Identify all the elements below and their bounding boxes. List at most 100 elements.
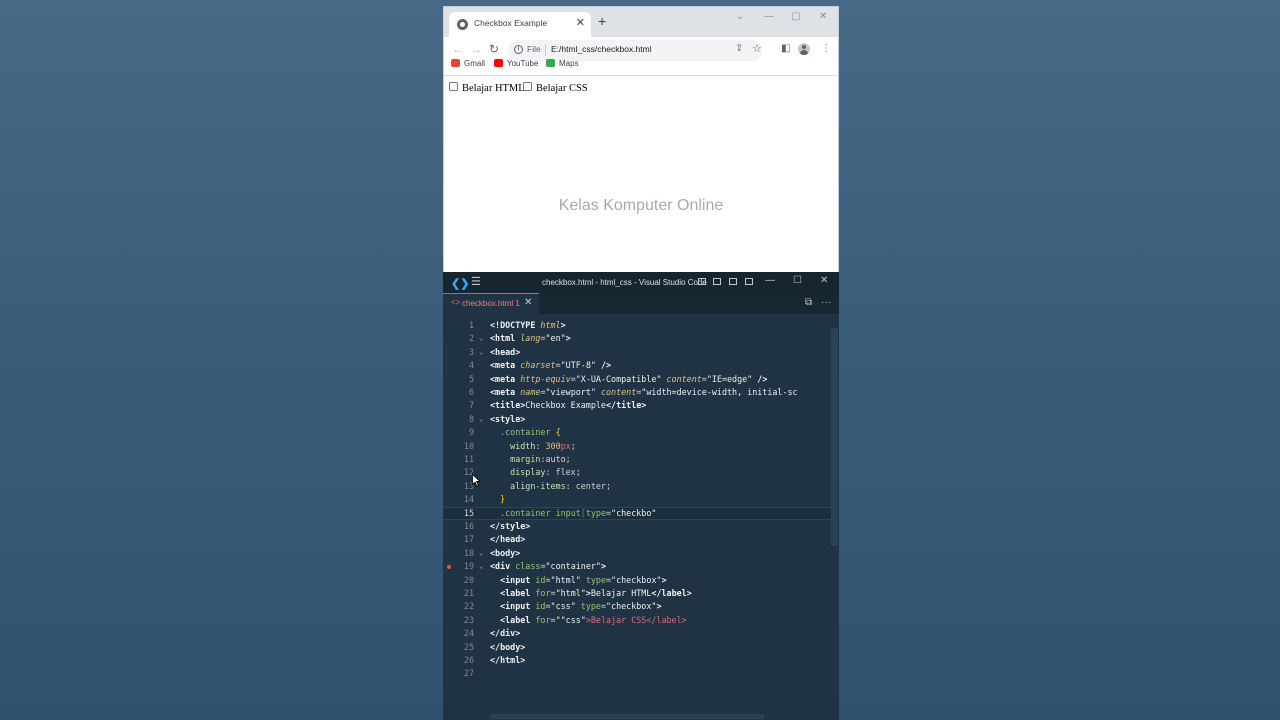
bookmark-gmail[interactable]: Gmail — [451, 59, 485, 68]
code-text[interactable]: </html> — [490, 654, 525, 667]
code-text[interactable]: width: 300px; — [490, 440, 576, 453]
code-line[interactable]: 7 <title>Checkbox Example</title> — [443, 399, 831, 412]
share-icon[interactable]: ⇪ — [735, 43, 743, 54]
code-text[interactable]: <body> — [490, 547, 520, 560]
checkbox-label[interactable]: Belajar HTML — [462, 83, 525, 94]
toggle-secondary-sidebar-icon[interactable] — [729, 278, 737, 285]
fold-chevron-icon[interactable]: ⌄ — [479, 547, 483, 560]
code-line[interactable]: 26 </html> — [443, 654, 831, 667]
code-line[interactable]: 14 } — [443, 493, 831, 506]
minimize-button[interactable]: — — [764, 11, 774, 22]
bookmark-star-icon[interactable]: ☆ — [752, 42, 762, 55]
info-icon[interactable]: i — [514, 45, 523, 54]
code-line[interactable]: 16 </style> — [443, 520, 831, 533]
code-line[interactable]: 27 — [443, 667, 831, 680]
code-text[interactable]: <label for="html">Belajar HTML</label> — [490, 587, 692, 600]
code-line[interactable]: 9 .container { — [443, 426, 831, 439]
hamburger-menu-icon[interactable]: ☰ — [471, 275, 481, 288]
code-text[interactable]: <div class="container"> — [490, 560, 606, 573]
code-editor[interactable]: 1 <!DOCTYPE html> 2 ⌄ <html lang="en"> 3 ⌄ <hea… — [443, 314, 839, 720]
forward-arrow-icon[interactable]: → — [470, 43, 482, 55]
code-line[interactable]: 23 <label for=""css">Belajar CSS</label> — [443, 614, 831, 627]
code-line[interactable]: 22 <input id="css" type="checkbox"> — [443, 600, 831, 613]
code-line[interactable]: 15 .container input[type="checkbo" — [443, 506, 831, 520]
fold-chevron-icon[interactable]: ⌄ — [479, 346, 483, 359]
code-line[interactable]: 19 ⌄ <div class="container"> — [443, 560, 831, 573]
code-text[interactable]: .container { — [490, 426, 561, 439]
code-text[interactable]: align-items: center; — [490, 480, 611, 493]
code-line[interactable]: 21 <label for="html">Belajar HTML</label… — [443, 587, 831, 600]
vscode-maximize-button[interactable]: ☐ — [793, 275, 802, 286]
code-line[interactable]: 13 align-items: center; — [443, 480, 831, 493]
code-text[interactable]: <input id="html" type="checkbox"> — [490, 574, 666, 587]
code-text[interactable]: .container input[type="checkbo" — [490, 508, 656, 519]
customize-layout-icon[interactable] — [745, 278, 753, 285]
code-line[interactable]: 24 </div> — [443, 627, 831, 640]
side-panel-icon[interactable]: ◧ — [781, 44, 790, 54]
code-text[interactable]: margin:auto; — [490, 453, 571, 466]
split-editor-icon[interactable]: ⧉ — [805, 297, 812, 308]
checkbox-html[interactable]: Belajar HTML — [449, 82, 525, 94]
vertical-scrollbar[interactable] — [831, 328, 838, 546]
address-bar[interactable]: i File E:/html_css/checkbox.html ⇪ ☆ — [508, 40, 762, 61]
code-text[interactable]: <html lang="en"> — [490, 332, 571, 345]
code-text[interactable]: </head> — [490, 533, 525, 546]
code-text[interactable]: <meta http-equiv="X-UA-Compatible" conte… — [490, 373, 767, 386]
tab-search-icon[interactable]: ⌄ — [736, 11, 744, 22]
checkbox-css[interactable]: Belajar CSS — [523, 82, 588, 94]
code-text[interactable]: display: flex; — [490, 466, 581, 479]
code-text[interactable]: <label for=""css">Belajar CSS</label> — [490, 614, 687, 627]
more-actions-icon[interactable]: ··· — [821, 297, 831, 308]
code-line[interactable]: 4 <meta charset="UTF-8" /> — [443, 359, 831, 372]
code-text[interactable]: </div> — [490, 627, 520, 640]
bookmark-youtube[interactable]: YouTube — [494, 59, 538, 68]
checkbox-box[interactable] — [523, 82, 532, 91]
url-text[interactable]: E:/html_css/checkbox.html — [551, 44, 652, 54]
code-line[interactable]: 8 ⌄ <style> — [443, 413, 831, 426]
code-line[interactable]: 1 <!DOCTYPE html> — [443, 319, 831, 332]
code-line[interactable]: 18 ⌄ <body> — [443, 547, 831, 560]
code-line[interactable]: 2 ⌄ <html lang="en"> — [443, 332, 831, 345]
code-text[interactable]: <input id="css" type="checkbox"> — [490, 600, 661, 613]
code-text[interactable]: <meta name="viewport" content="width=dev… — [490, 386, 798, 399]
fold-chevron-icon[interactable]: ⌄ — [479, 332, 483, 345]
code-text[interactable]: </body> — [490, 641, 525, 654]
horizontal-scrollbar[interactable] — [490, 714, 764, 719]
code-text[interactable]: </style> — [490, 520, 530, 533]
new-tab-button[interactable]: + — [598, 14, 606, 28]
browser-tab[interactable]: Checkbox Example ✕ — [449, 12, 591, 37]
vscode-minimize-button[interactable]: — — [765, 275, 775, 286]
code-line[interactable]: 20 <input id="html" type="checkbox"> — [443, 574, 831, 587]
code-line[interactable]: 12 display: flex; — [443, 466, 831, 479]
vscode-close-button[interactable]: ✕ — [820, 275, 828, 286]
code-text[interactable]: <meta charset="UTF-8" /> — [490, 359, 611, 372]
code-text[interactable]: } — [490, 493, 505, 506]
code-line[interactable]: 17 </head> — [443, 533, 831, 546]
maximize-button[interactable]: ▢ — [791, 11, 800, 22]
code-line[interactable]: 6 <meta name="viewport" content="width=de… — [443, 386, 831, 399]
code-text[interactable]: <head> — [490, 346, 520, 359]
editor-tab-close-icon[interactable]: ✕ — [524, 297, 532, 308]
close-window-button[interactable]: ✕ — [819, 11, 827, 22]
code-line[interactable]: 3 ⌄ <head> — [443, 346, 831, 359]
fold-chevron-icon[interactable]: ⌄ — [479, 560, 483, 573]
editor-tab-checkbox-html[interactable]: <> checkbox.html 1 ✕ — [443, 293, 539, 314]
code-text[interactable]: <!DOCTYPE html> — [490, 319, 566, 332]
back-arrow-icon[interactable]: ← — [452, 43, 464, 55]
code-line[interactable]: 11 margin:auto; — [443, 453, 831, 466]
bookmark-maps[interactable]: Maps — [546, 59, 579, 68]
profile-avatar-icon[interactable] — [798, 43, 810, 55]
code-text[interactable]: <title>Checkbox Example</title> — [490, 399, 646, 412]
toggle-panel-icon[interactable] — [713, 278, 721, 285]
code-text[interactable]: <style> — [490, 413, 525, 426]
reload-icon[interactable]: ↻ — [489, 43, 499, 55]
code-line[interactable]: 10 width: 300px; — [443, 440, 831, 453]
code-line[interactable]: 25 </body> — [443, 641, 831, 654]
code-line[interactable]: 5 <meta http-equiv="X-UA-Compatible" cont… — [443, 373, 831, 386]
more-menu-icon[interactable]: ⋮ — [821, 44, 831, 54]
checkbox-box[interactable] — [449, 82, 458, 91]
fold-chevron-icon[interactable]: ⌄ — [479, 413, 483, 426]
tab-close-icon[interactable]: ✕ — [576, 16, 585, 29]
toggle-primary-sidebar-icon[interactable] — [698, 278, 706, 285]
checkbox-label[interactable]: Belajar CSS — [536, 83, 588, 94]
